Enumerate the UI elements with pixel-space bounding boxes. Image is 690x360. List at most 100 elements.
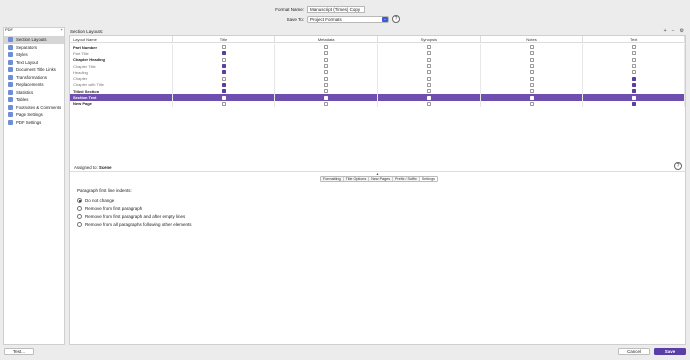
assigned-value: Scene xyxy=(98,165,112,170)
panel-help-icon[interactable]: ? xyxy=(674,162,682,170)
checkbox[interactable] xyxy=(631,95,636,100)
radio-button[interactable] xyxy=(77,221,82,227)
add-icon[interactable]: + xyxy=(664,28,667,34)
checkbox[interactable] xyxy=(426,64,431,69)
sidebar-item[interactable]: Replacements xyxy=(4,81,64,89)
checkbox[interactable] xyxy=(426,57,431,62)
checkbox[interactable] xyxy=(221,64,226,69)
checkbox[interactable] xyxy=(426,45,431,50)
radio-button[interactable] xyxy=(77,197,82,203)
gear-icon[interactable]: ⚙ xyxy=(680,28,684,34)
sidebar-item-label: Transformations xyxy=(16,74,47,80)
sidebar-item[interactable]: Text Layout xyxy=(4,59,64,67)
styles-icon xyxy=(8,52,13,58)
radio-button[interactable] xyxy=(77,213,82,219)
checkbox[interactable] xyxy=(529,70,534,75)
sidebar-item-label: Section Layouts xyxy=(16,37,47,43)
checkbox[interactable] xyxy=(529,45,534,50)
checkbox[interactable] xyxy=(529,51,534,56)
tab[interactable]: Prefix / Suffix xyxy=(393,177,420,181)
checkbox[interactable] xyxy=(426,70,431,75)
checkbox[interactable] xyxy=(426,95,431,100)
column-header[interactable]: Synopsis xyxy=(378,36,481,42)
save-to-select[interactable]: Project Formats ⌄ xyxy=(307,15,389,23)
radio-option[interactable]: Remove from all paragraphs following oth… xyxy=(77,220,192,228)
column-header[interactable]: Text xyxy=(583,36,686,42)
radio-option[interactable]: Remove from first paragraph xyxy=(77,204,192,212)
checkbox[interactable] xyxy=(324,95,329,100)
sidebar-item-label: Tables xyxy=(16,97,29,103)
checkbox[interactable] xyxy=(529,64,534,69)
checkbox[interactable] xyxy=(529,95,534,100)
checkbox[interactable] xyxy=(529,101,534,106)
checkbox[interactable] xyxy=(631,70,636,75)
checkbox[interactable] xyxy=(324,57,329,62)
sidebar-item[interactable]: Section Layouts xyxy=(4,36,64,44)
checkbox[interactable] xyxy=(324,70,329,75)
checkbox[interactable] xyxy=(324,51,329,56)
checkbox[interactable] xyxy=(631,76,636,81)
checkbox[interactable] xyxy=(529,89,534,94)
checkbox[interactable] xyxy=(221,76,226,81)
tab[interactable]: New Pages xyxy=(369,177,394,181)
checkbox[interactable] xyxy=(426,89,431,94)
tab[interactable]: Formatting xyxy=(321,177,344,181)
checkbox[interactable] xyxy=(221,89,226,94)
checkbox[interactable] xyxy=(631,57,636,62)
column-header[interactable]: Layout Name xyxy=(70,36,173,42)
sidebar-item[interactable]: Footnotes & Comments xyxy=(4,104,64,112)
checkbox[interactable] xyxy=(529,76,534,81)
checkbox[interactable] xyxy=(631,101,636,106)
sidebar-item[interactable]: Document Title Links xyxy=(4,66,64,74)
transform-icon xyxy=(8,74,13,80)
sidebar-item[interactable]: Styles xyxy=(4,51,64,59)
checkbox[interactable] xyxy=(426,76,431,81)
column-header[interactable]: Title xyxy=(173,36,276,42)
column-header[interactable]: Metadata xyxy=(275,36,379,42)
checkbox[interactable] xyxy=(324,76,329,81)
cancel-button[interactable]: Cancel xyxy=(618,348,650,355)
sidebar-item[interactable]: Page Settings xyxy=(4,111,64,119)
checkbox[interactable] xyxy=(324,45,329,50)
checkbox[interactable] xyxy=(221,95,226,100)
checkbox[interactable] xyxy=(426,82,431,87)
sidebar-item[interactable]: Statistics xyxy=(4,89,64,97)
checkbox[interactable] xyxy=(529,82,534,87)
test-button[interactable]: Test... xyxy=(4,348,34,355)
checkbox[interactable] xyxy=(221,101,226,106)
checkbox[interactable] xyxy=(324,82,329,87)
tab[interactable]: Settings xyxy=(419,177,438,181)
remove-icon[interactable]: − xyxy=(672,28,675,34)
column-header[interactable]: Notes xyxy=(481,36,584,42)
radio-option[interactable]: Do not change xyxy=(77,196,192,204)
check-cell xyxy=(583,100,686,107)
checkbox[interactable] xyxy=(631,82,636,87)
checkbox[interactable] xyxy=(221,51,226,56)
checkbox[interactable] xyxy=(221,82,226,87)
save-button[interactable]: Save xyxy=(654,348,686,355)
checkbox[interactable] xyxy=(221,70,226,75)
sidebar-item[interactable]: PDF Settings xyxy=(4,119,64,127)
checkbox[interactable] xyxy=(631,51,636,56)
format-name-field[interactable]: Manuscript (Times) Copy xyxy=(307,6,365,13)
sidebar-add-icon[interactable]: + xyxy=(61,27,63,33)
checkbox[interactable] xyxy=(529,57,534,62)
tab[interactable]: Title Options xyxy=(344,177,370,181)
sidebar-item[interactable]: Tables xyxy=(4,96,64,104)
radio-option[interactable]: Remove from first paragraph and after em… xyxy=(77,212,192,220)
checkbox[interactable] xyxy=(221,45,226,50)
checkbox[interactable] xyxy=(631,89,636,94)
sidebar-item[interactable]: Separators xyxy=(4,44,64,52)
radio-button[interactable] xyxy=(77,205,82,211)
sidebar-item[interactable]: Transformations xyxy=(4,74,64,82)
checkbox[interactable] xyxy=(221,57,226,62)
checkbox[interactable] xyxy=(324,89,329,94)
table-row[interactable]: New Page xyxy=(70,100,686,107)
checkbox[interactable] xyxy=(631,45,636,50)
checkbox[interactable] xyxy=(426,51,431,56)
help-icon[interactable]: ? xyxy=(392,15,400,23)
checkbox[interactable] xyxy=(324,101,329,106)
checkbox[interactable] xyxy=(426,101,431,106)
checkbox[interactable] xyxy=(324,64,329,69)
checkbox[interactable] xyxy=(631,64,636,69)
